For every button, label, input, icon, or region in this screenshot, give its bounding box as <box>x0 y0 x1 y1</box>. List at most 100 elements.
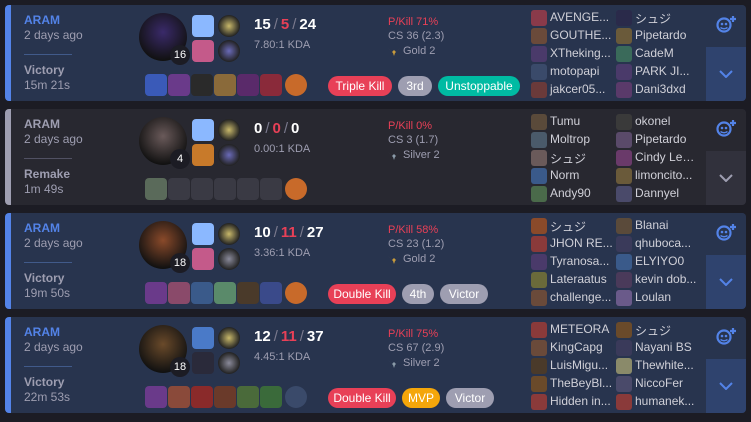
trinket-ward-icon[interactable] <box>285 74 307 96</box>
player-entry[interactable]: TheBeyBl... <box>531 376 613 393</box>
player-name[interactable]: シュジ <box>635 324 671 338</box>
item-slot[interactable] <box>214 282 236 304</box>
keystone-rune[interactable] <box>218 119 240 141</box>
keystone-rune[interactable] <box>218 15 240 37</box>
player-entry[interactable]: humanek... <box>616 394 698 411</box>
item-slot[interactable] <box>214 386 236 408</box>
player-entry[interactable]: シュジ <box>531 150 613 167</box>
item-slot[interactable] <box>237 74 259 96</box>
player-entry[interactable]: XTheking... <box>531 46 613 63</box>
player-entry[interactable]: qhuboca... <box>616 236 698 253</box>
player-entry[interactable]: motopapi <box>531 64 613 81</box>
keystone-rune[interactable] <box>218 327 240 349</box>
player-name[interactable]: challenge... <box>550 290 611 304</box>
player-name[interactable]: GOUTHE... <box>550 28 611 42</box>
player-entry[interactable]: Blanai <box>616 218 698 235</box>
player-name[interactable]: Dannyel <box>635 186 679 200</box>
player-name[interactable]: JHON RE... <box>550 236 613 250</box>
player-entry[interactable]: Thewhite... <box>616 358 698 375</box>
player-entry[interactable]: シュジ <box>616 322 698 339</box>
player-entry[interactable]: AVENGE... <box>531 10 613 27</box>
item-slot[interactable] <box>260 178 282 200</box>
expand-button[interactable] <box>706 47 746 101</box>
item-slot[interactable] <box>260 74 282 96</box>
player-name[interactable]: KingCapg <box>550 340 603 354</box>
secondary-rune[interactable] <box>218 352 240 374</box>
share-button[interactable] <box>706 213 746 255</box>
player-entry[interactable]: Lateraatus <box>531 272 613 289</box>
item-slot[interactable] <box>168 386 190 408</box>
player-entry[interactable]: Norm <box>531 168 613 185</box>
summoner-spell-1[interactable] <box>192 223 214 245</box>
player-entry[interactable]: Pipetardo <box>616 28 698 45</box>
expand-button[interactable] <box>706 255 746 309</box>
summoner-spell-1[interactable] <box>192 15 214 37</box>
player-entry[interactable]: LuisMigu... <box>531 358 613 375</box>
player-entry[interactable]: Hidden in... <box>531 394 613 411</box>
player-name[interactable]: METEORA <box>550 322 609 336</box>
player-entry[interactable]: okonel <box>616 114 698 131</box>
player-name[interactable]: TheBeyBl... <box>550 376 612 390</box>
secondary-rune[interactable] <box>218 248 240 270</box>
expand-button[interactable] <box>706 151 746 205</box>
trinket-ward-icon[interactable] <box>285 178 307 200</box>
summoner-spell-1[interactable] <box>192 119 214 141</box>
player-entry[interactable]: シュジ <box>531 218 613 235</box>
player-name[interactable]: AVENGE... <box>550 10 609 24</box>
player-name[interactable]: Loulan <box>635 290 671 304</box>
player-name[interactable]: Hidden in... <box>550 394 611 408</box>
player-name[interactable]: ELYIYO0 <box>635 254 684 268</box>
player-entry[interactable]: Tumu <box>531 114 613 131</box>
summoner-spell-2[interactable] <box>192 352 214 374</box>
item-slot[interactable] <box>191 386 213 408</box>
player-name[interactable]: Blanai <box>635 218 668 232</box>
item-slot[interactable] <box>168 74 190 96</box>
item-slot[interactable] <box>260 386 282 408</box>
share-button[interactable] <box>706 5 746 47</box>
player-name[interactable]: okonel <box>635 114 670 128</box>
player-entry[interactable]: ELYIYO0 <box>616 254 698 271</box>
player-entry[interactable]: Moltrop <box>531 132 613 149</box>
player-entry[interactable]: NiccoFer <box>616 376 698 393</box>
trinket-ward-icon[interactable] <box>285 282 307 304</box>
player-entry[interactable]: CadeM <box>616 46 698 63</box>
item-slot[interactable] <box>168 178 190 200</box>
player-name[interactable]: kevin dob... <box>635 272 696 286</box>
player-name[interactable]: Andy90 <box>550 186 591 200</box>
player-name[interactable]: jakcer05... <box>550 82 605 96</box>
item-slot[interactable] <box>237 282 259 304</box>
item-slot[interactable] <box>260 282 282 304</box>
player-entry[interactable]: Dannyel <box>616 186 698 203</box>
item-slot[interactable] <box>191 178 213 200</box>
player-name[interactable]: CadeM <box>635 46 674 60</box>
player-name[interactable]: Moltrop <box>550 132 590 146</box>
player-name[interactable]: シュジ <box>635 12 671 26</box>
item-slot[interactable] <box>145 178 167 200</box>
item-slot[interactable] <box>145 386 167 408</box>
player-entry[interactable]: PARK JI... <box>616 64 698 81</box>
player-name[interactable]: Norm <box>550 168 579 182</box>
player-name[interactable]: Pipetardo <box>635 132 686 146</box>
player-name[interactable]: PARK JI... <box>635 64 689 78</box>
player-name[interactable]: シュジ <box>550 152 586 166</box>
player-name[interactable]: Lateraatus <box>550 272 607 286</box>
player-name[interactable]: limoncito... <box>635 168 692 182</box>
item-slot[interactable] <box>191 282 213 304</box>
player-entry[interactable]: limoncito... <box>616 168 698 185</box>
item-slot[interactable] <box>237 386 259 408</box>
trinket-ward-icon[interactable] <box>285 386 307 408</box>
player-entry[interactable]: GOUTHE... <box>531 28 613 45</box>
player-name[interactable]: XTheking... <box>550 46 611 60</box>
item-slot[interactable] <box>214 178 236 200</box>
player-entry[interactable]: METEORA <box>531 322 613 339</box>
summoner-spell-1[interactable] <box>192 327 214 349</box>
player-name[interactable]: Dani3dxd <box>635 82 686 96</box>
player-entry[interactable]: KingCapg <box>531 340 613 357</box>
keystone-rune[interactable] <box>218 223 240 245</box>
item-slot[interactable] <box>191 74 213 96</box>
player-name[interactable]: Nayani BS <box>635 340 692 354</box>
player-entry[interactable]: Pipetardo <box>616 132 698 149</box>
player-entry[interactable]: Dani3dxd <box>616 82 698 99</box>
player-name[interactable]: シュジ <box>550 220 586 234</box>
summoner-spell-2[interactable] <box>192 40 214 62</box>
